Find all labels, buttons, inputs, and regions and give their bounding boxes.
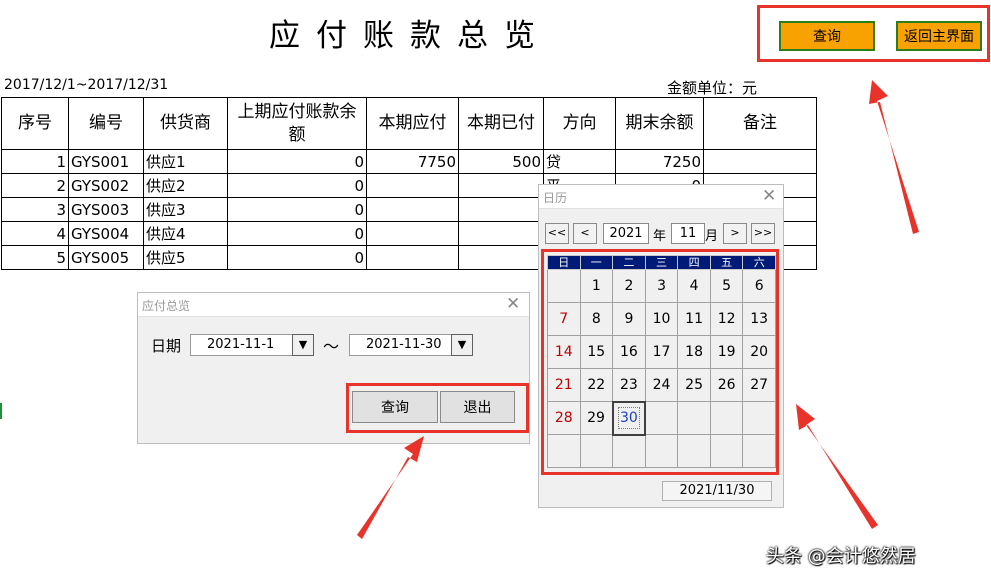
annotation-arrows bbox=[357, 80, 919, 539]
arrow-to-calendar bbox=[796, 404, 878, 529]
watermark: 头条 @会计悠然居 bbox=[766, 546, 916, 567]
arrow-to-dialog-buttons bbox=[357, 436, 424, 539]
arrow-to-top-buttons bbox=[869, 80, 919, 234]
